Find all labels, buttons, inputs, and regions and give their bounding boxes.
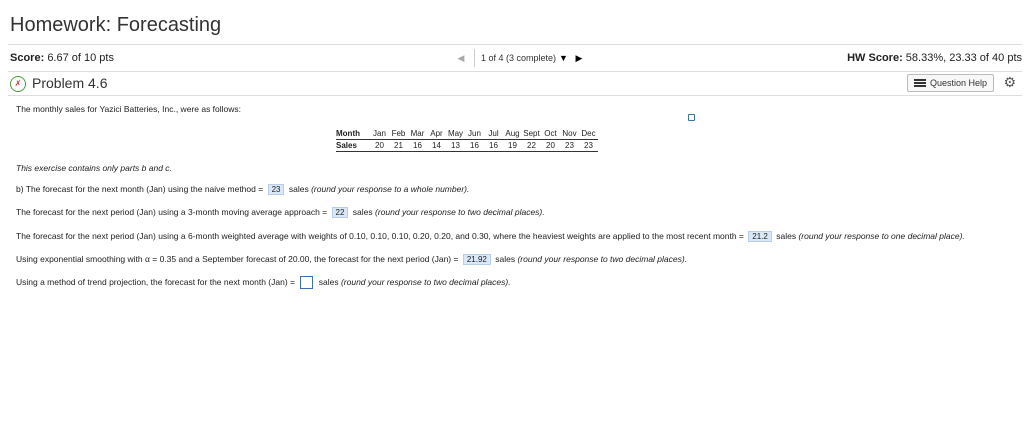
month-cell: May	[446, 128, 465, 140]
question-navigator: ◀ 1 of 4 (3 complete) ▼ ▶	[454, 48, 586, 68]
hw-score-value: 58.33%, 23.33 of 40 pts	[905, 52, 1022, 64]
sales-cell: 16	[484, 139, 503, 152]
unit-label: sales	[288, 184, 309, 194]
copy-table-icon[interactable]	[688, 114, 695, 121]
unit-label: sales	[776, 231, 797, 241]
intro-text: The monthly sales for Yazici Batteries, …	[16, 104, 242, 114]
rounding-note: (round your response to two decimal plac…	[375, 207, 545, 217]
exponential-smoothing-answer[interactable]: 21.92	[462, 254, 491, 265]
score-bar: Score: 6.67 of 10 pts ◀ 1 of 4 (3 comple…	[8, 44, 1022, 72]
rounding-note: (round your response to two decimal plac…	[517, 254, 688, 264]
exponential-smoothing-line: Using exponential smoothing with α = 0.3…	[16, 254, 687, 265]
next-question-button[interactable]: ▶	[572, 48, 586, 68]
moving-average-answer[interactable]: 22	[331, 207, 349, 218]
sales-cell: 19	[503, 139, 522, 152]
month-cell: Apr	[427, 128, 446, 140]
score-label: Score:	[10, 52, 45, 64]
question-position: 1 of 4 (3 complete)	[481, 53, 557, 63]
sales-cell: 20	[370, 139, 389, 152]
sales-cell: 23	[560, 139, 579, 152]
sales-cell: 16	[465, 139, 484, 152]
part-b-prompt: b) The forecast for the next month (Jan)…	[16, 184, 264, 194]
table-row: Month Jan Feb Mar Apr May Jun Jul Aug Se…	[336, 128, 598, 140]
month-cell: Mar	[408, 128, 427, 140]
problem-bar: ✗ Problem 4.6 Question Help ⚙	[8, 72, 1022, 96]
rounding-note: (round your response to a whole number).	[311, 184, 470, 194]
moving-average-prompt: The forecast for the next period (Jan) u…	[16, 207, 328, 217]
sales-table: Month Jan Feb Mar Apr May Jun Jul Aug Se…	[336, 128, 598, 152]
sales-cell: 20	[541, 139, 560, 152]
rounding-note: (round your response to two decimal plac…	[340, 276, 511, 287]
sales-cell: 14	[427, 139, 446, 152]
naive-answer[interactable]: 23	[267, 184, 285, 195]
problem-title: Problem 4.6	[32, 75, 108, 91]
score-value: 6.67 of 10 pts	[47, 52, 114, 64]
month-cell: Sept	[522, 128, 541, 140]
sales-cell: 16	[408, 139, 427, 152]
partial-credit-icon: ✗	[10, 76, 26, 92]
weighted-average-answer[interactable]: 21.2	[748, 231, 772, 242]
exponential-smoothing-prompt: Using exponential smoothing with α = 0.3…	[16, 254, 459, 264]
rounding-note: (round your response to one decimal plac…	[798, 231, 965, 241]
month-cell: Aug	[503, 128, 522, 140]
previous-question-button[interactable]: ◀	[454, 48, 468, 68]
hw-score-label: HW Score:	[847, 52, 903, 64]
month-cell: Oct	[541, 128, 560, 140]
gear-icon[interactable]: ⚙	[1003, 74, 1016, 91]
sales-cell: 21	[389, 139, 408, 152]
chevron-left-icon: ◀	[457, 52, 465, 63]
moving-average-line: The forecast for the next period (Jan) u…	[16, 207, 545, 218]
table-header: Month	[336, 128, 370, 140]
month-cell: Jan	[370, 128, 389, 140]
month-cell: Dec	[579, 128, 598, 140]
month-cell: Feb	[389, 128, 408, 140]
sales-cell: 22	[522, 139, 541, 152]
caret-down-icon: ▼	[559, 53, 568, 63]
unit-label: sales	[352, 207, 373, 217]
chevron-right-icon: ▶	[575, 52, 583, 63]
month-cell: Nov	[560, 128, 579, 140]
question-select[interactable]: 1 of 4 (3 complete) ▼	[481, 53, 568, 63]
unit-label: sales	[318, 276, 339, 287]
score: Score: 6.67 of 10 pts	[10, 52, 114, 64]
hw-score: HW Score: 58.33%, 23.33 of 40 pts	[847, 52, 1022, 64]
month-cell: Jul	[484, 128, 503, 140]
list-icon	[913, 79, 926, 87]
trend-projection-prompt: Using a method of trend projection, the …	[16, 276, 295, 287]
question-help-label: Question Help	[929, 78, 987, 88]
table-row: Sales 20 21 16 14 13 16 16 19 22 20 23 2…	[336, 139, 598, 152]
question-help-button[interactable]: Question Help	[906, 74, 994, 92]
page-title: Homework: Forecasting	[10, 14, 222, 36]
weighted-average-prompt: The forecast for the next period (Jan) u…	[16, 231, 744, 241]
exercise-note: This exercise contains only parts b and …	[16, 163, 172, 173]
trend-projection-input[interactable]	[300, 276, 314, 289]
sales-cell: 13	[446, 139, 465, 152]
sales-cell: 23	[579, 139, 598, 152]
part-b-naive: b) The forecast for the next month (Jan)…	[16, 184, 469, 195]
divider	[474, 49, 475, 67]
unit-label: sales	[495, 254, 516, 264]
weighted-average-line: The forecast for the next period (Jan) u…	[16, 231, 965, 242]
month-cell: Jun	[465, 128, 484, 140]
table-header: Sales	[336, 139, 370, 152]
trend-projection-line: Using a method of trend projection, the …	[16, 276, 511, 289]
